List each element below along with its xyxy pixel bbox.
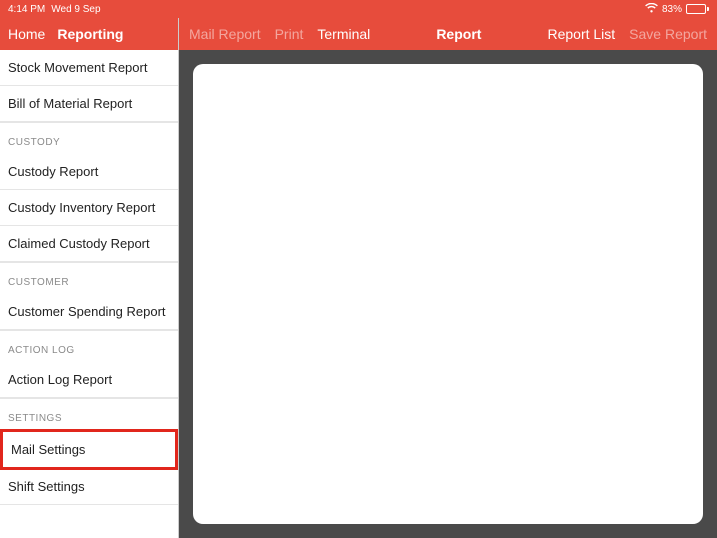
sidebar-item-bill-of-material[interactable]: Bill of Material Report	[0, 86, 178, 122]
section-header-customer: CUSTOMER	[0, 262, 178, 294]
sidebar-item-custody-inventory[interactable]: Custody Inventory Report	[0, 190, 178, 226]
sidebar-item-custody-report[interactable]: Custody Report	[0, 154, 178, 190]
print-button[interactable]: Print	[275, 26, 304, 42]
status-bar: 4:14 PM Wed 9 Sep 83%	[0, 0, 717, 18]
section-header-settings: SETTINGS	[0, 398, 178, 430]
sidebar-title: Reporting	[57, 26, 123, 42]
sidebar-item-action-log[interactable]: Action Log Report	[0, 362, 178, 398]
wifi-icon	[645, 3, 658, 16]
sidebar-item-shift-settings[interactable]: Shift Settings	[0, 469, 178, 505]
main-header: Mail Report Print Terminal Report Report…	[179, 18, 717, 50]
sidebar-item-customer-spending[interactable]: Customer Spending Report	[0, 294, 178, 330]
home-button[interactable]: Home	[8, 26, 45, 42]
content-area	[179, 50, 717, 538]
status-date: Wed 9 Sep	[51, 4, 100, 15]
sidebar: Home Reporting Stock Movement Report Bil…	[0, 18, 179, 538]
mail-report-button[interactable]: Mail Report	[189, 26, 261, 42]
sidebar-item-stock-movement[interactable]: Stock Movement Report	[0, 50, 178, 86]
save-report-button[interactable]: Save Report	[629, 26, 707, 42]
section-header-custody: CUSTODY	[0, 122, 178, 154]
sidebar-list: Stock Movement Report Bill of Material R…	[0, 50, 178, 538]
battery-icon	[686, 4, 709, 14]
page-title: Report	[370, 26, 547, 42]
report-panel	[193, 64, 703, 524]
battery-percentage: 83%	[662, 4, 682, 15]
main-area: Mail Report Print Terminal Report Report…	[179, 18, 717, 538]
sidebar-item-mail-settings[interactable]: Mail Settings	[0, 429, 178, 470]
sidebar-header: Home Reporting	[0, 18, 178, 50]
terminal-button[interactable]: Terminal	[317, 26, 370, 42]
report-list-button[interactable]: Report List	[547, 26, 615, 42]
sidebar-item-claimed-custody[interactable]: Claimed Custody Report	[0, 226, 178, 262]
section-header-action-log: ACTION LOG	[0, 330, 178, 362]
status-time: 4:14 PM	[8, 4, 45, 15]
